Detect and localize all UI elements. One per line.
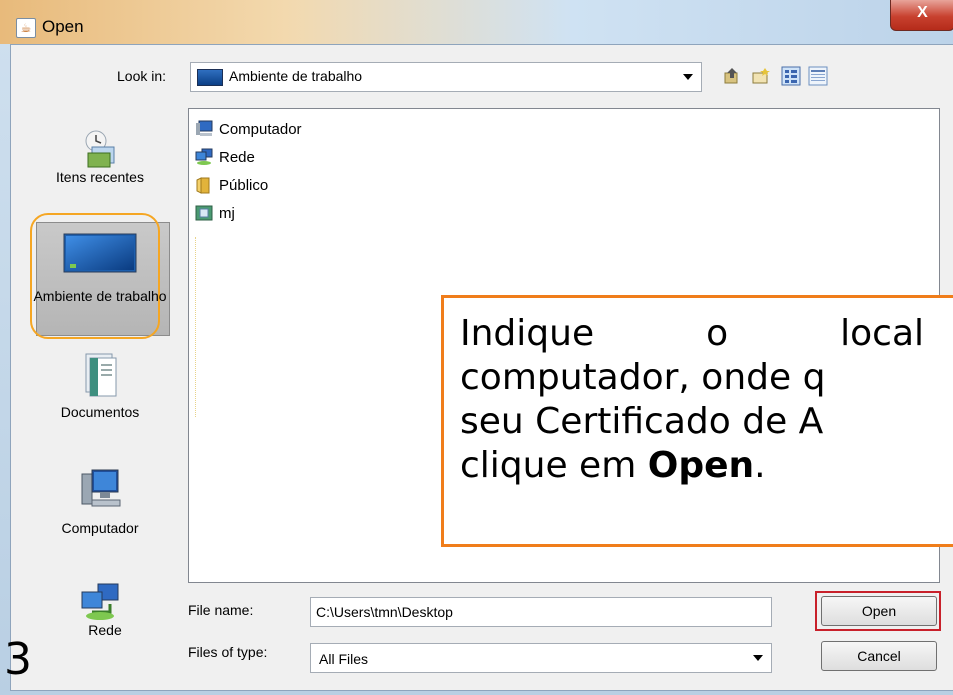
list-item[interactable]: Rede [195,146,255,168]
callout-text: . [754,445,766,486]
look-in-label: Look in: [117,68,167,84]
callout-line-1: Indique o local [460,312,953,356]
files-of-type-label: Files of type: [188,644,268,660]
documents-icon [78,352,122,398]
place-label: Ambiente de trabalho [33,288,167,304]
file-name-text: Público [219,176,269,194]
list-item[interactable]: Público [195,174,268,196]
file-name-input[interactable]: C:\Users\tmn\Desktop [310,597,772,627]
close-button[interactable]: X [890,0,953,31]
computer-icon [78,466,122,512]
callout-text: clique em [460,445,648,486]
open-dialog-window: ☕ Open X Look in: Ambiente de trabalho I… [0,0,953,695]
files-of-type-select[interactable]: All Files [310,643,772,673]
network-icon [78,582,122,624]
place-recent-items[interactable]: Itens recentes [30,127,170,187]
place-documents[interactable]: Documentos [30,352,170,422]
up-folder-icon[interactable] [722,66,742,86]
callout-line-3: seu Certificado de A [460,401,824,442]
user-folder-icon [195,205,213,221]
file-name-text: Computador [219,120,302,138]
look-in-combo[interactable]: Ambiente de trabalho [190,62,702,92]
window-title: Open [42,17,84,36]
callout-word: local [840,313,925,354]
place-label: Computador [61,520,139,536]
list-item[interactable]: mj [195,202,235,224]
instruction-callout: Indique o local computador, onde q seu Cer… [441,295,953,547]
desktop-icon [62,232,138,274]
open-button[interactable]: Open [821,596,937,626]
place-label: Documentos [60,404,140,420]
file-name-value: C:\Users\tmn\Desktop [316,604,453,620]
new-folder-icon[interactable] [751,66,771,86]
network-icon [195,148,213,165]
callout-line-4: clique em Open. [460,444,953,488]
callout-open-bold: Open [647,445,755,486]
place-computer[interactable]: Computador [30,466,170,538]
callout-word: o [706,313,729,354]
callout-word: Indique [460,313,595,354]
computer-icon [196,120,213,136]
list-view-icon[interactable] [781,66,801,86]
title-bar[interactable]: ☕ Open [0,0,953,44]
file-name-text: Rede [219,148,255,166]
java-app-icon: ☕ [16,18,36,38]
slide-number: 3 [4,634,32,685]
folder-icon [196,177,210,194]
details-view-icon[interactable] [808,66,828,86]
file-name-label: File name: [188,602,254,618]
focus-dotted-line [195,237,197,417]
list-item[interactable]: Computador [195,118,302,140]
chevron-down-icon [683,74,693,80]
place-network[interactable]: Rede [30,582,170,640]
recent-items-icon [78,127,122,168]
look-in-value: Ambiente de trabalho [229,68,363,84]
place-desktop[interactable]: Ambiente de trabalho [30,232,170,306]
desktop-icon [197,69,223,86]
cancel-button[interactable]: Cancel [821,641,937,671]
chevron-down-icon [753,655,763,661]
callout-line-2: computador, onde q [460,357,826,398]
files-of-type-value: All Files [319,651,369,667]
file-name-text: mj [219,204,235,222]
